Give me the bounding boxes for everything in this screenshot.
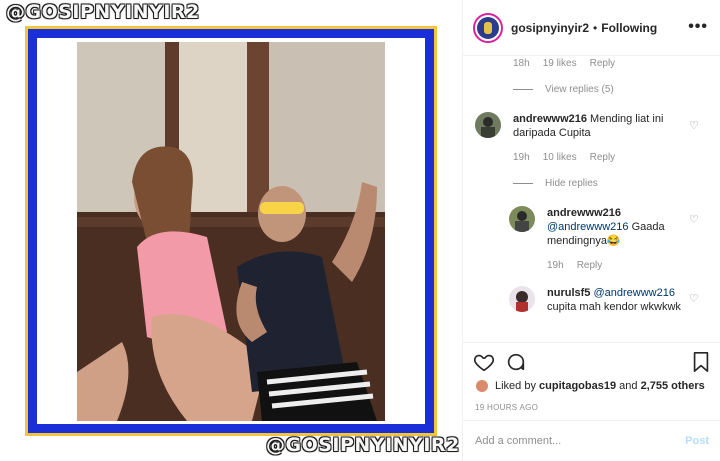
reply-meta-row: 19h Reply [547, 260, 602, 271]
author-username[interactable]: gosipnyinyir2 [511, 21, 589, 35]
replier-username[interactable]: nurulsf5 [547, 287, 590, 299]
photo-illustration [77, 42, 385, 421]
post-photo[interactable] [77, 42, 385, 421]
post-timestamp[interactable]: 19 HOURS AGO [475, 403, 538, 412]
comment-like-heart-icon[interactable]: ♡ [689, 119, 699, 132]
heart-icon[interactable] [473, 351, 495, 378]
liked-by-user[interactable]: cupitagobas19 [539, 380, 616, 392]
post-button[interactable]: Post [685, 435, 709, 447]
hide-replies-label: Hide replies [545, 178, 598, 189]
reply-mention[interactable]: @andrewww216 [593, 287, 675, 299]
liker-avatar[interactable] [475, 379, 489, 393]
comment-meta-row: 18h 19 likes Reply [513, 58, 615, 69]
replier-avatar[interactable] [509, 286, 535, 312]
post-side-panel: gosipnyinyir2 • Following ••• 18h 19 lik… [462, 0, 720, 461]
reply-item: nurulsf5 @andrewww216 cupita mah kendor … [509, 286, 689, 314]
watermark-bottom: @GOSIPNYINYIR2 [266, 434, 460, 456]
reply-mention[interactable]: @andrewww216 [547, 221, 629, 233]
reply-button[interactable]: Reply [590, 152, 616, 163]
header-separator: • [593, 20, 598, 35]
replier-username[interactable]: andrewww216 [547, 206, 689, 220]
comment-likes[interactable]: 19 likes [543, 58, 577, 69]
liked-by-and: and [619, 380, 638, 392]
comment-time: 19h [513, 152, 530, 163]
view-replies-toggle[interactable]: View replies (5) [513, 84, 614, 95]
reply-button[interactable]: Reply [590, 58, 616, 69]
ellipsis-icon[interactable]: ••• [688, 18, 708, 36]
reply-like-heart-icon[interactable]: ♡ [689, 213, 699, 226]
bookmark-icon[interactable] [691, 351, 711, 378]
following-button[interactable]: Following [601, 21, 657, 35]
reply-item: andrewww216 @andrewww216 Gaada mendingny… [509, 206, 689, 248]
reply-text: cupita mah kendor wkwkwk [547, 301, 681, 313]
view-replies-label: View replies (5) [545, 84, 614, 95]
post-header: gosipnyinyir2 • Following ••• [463, 0, 720, 56]
commenter-username[interactable]: andrewww216 [513, 113, 587, 125]
liked-by-row: Liked by cupitagobas19 and 2,755 others [475, 379, 705, 393]
watermark-top: @GOSIPNYINYIR2 [6, 1, 200, 23]
comment-time: 18h [513, 58, 530, 69]
reply-time: 19h [547, 260, 564, 271]
comment-likes[interactable]: 10 likes [543, 152, 577, 163]
reply-like-heart-icon[interactable]: ♡ [689, 292, 699, 305]
post-actions: Liked by cupitagobas19 and 2,755 others … [463, 342, 720, 412]
liked-by-others[interactable]: 2,755 others [641, 380, 705, 392]
author-avatar[interactable] [473, 12, 503, 43]
liked-by-prefix: Liked by [495, 380, 536, 392]
replier-avatar[interactable] [509, 206, 535, 232]
comments-list[interactable]: 18h 19 likes Reply View replies (5) andr… [463, 56, 720, 342]
reply-button[interactable]: Reply [577, 260, 603, 271]
speech-bubble-icon[interactable] [505, 351, 527, 378]
comment-input[interactable] [475, 435, 655, 447]
post-media: @GOSIPNYINYIR2 @GOSIPNYINYIR2 [0, 0, 462, 461]
commenter-avatar[interactable] [475, 112, 501, 138]
comment-form: Post [463, 420, 720, 461]
media-frame [25, 26, 437, 436]
comment-meta-row: 19h 10 likes Reply [513, 152, 615, 163]
hide-replies-toggle[interactable]: Hide replies [513, 178, 598, 189]
comment-item: andrewww216 Mending liat ini daripada Cu… [475, 112, 689, 140]
